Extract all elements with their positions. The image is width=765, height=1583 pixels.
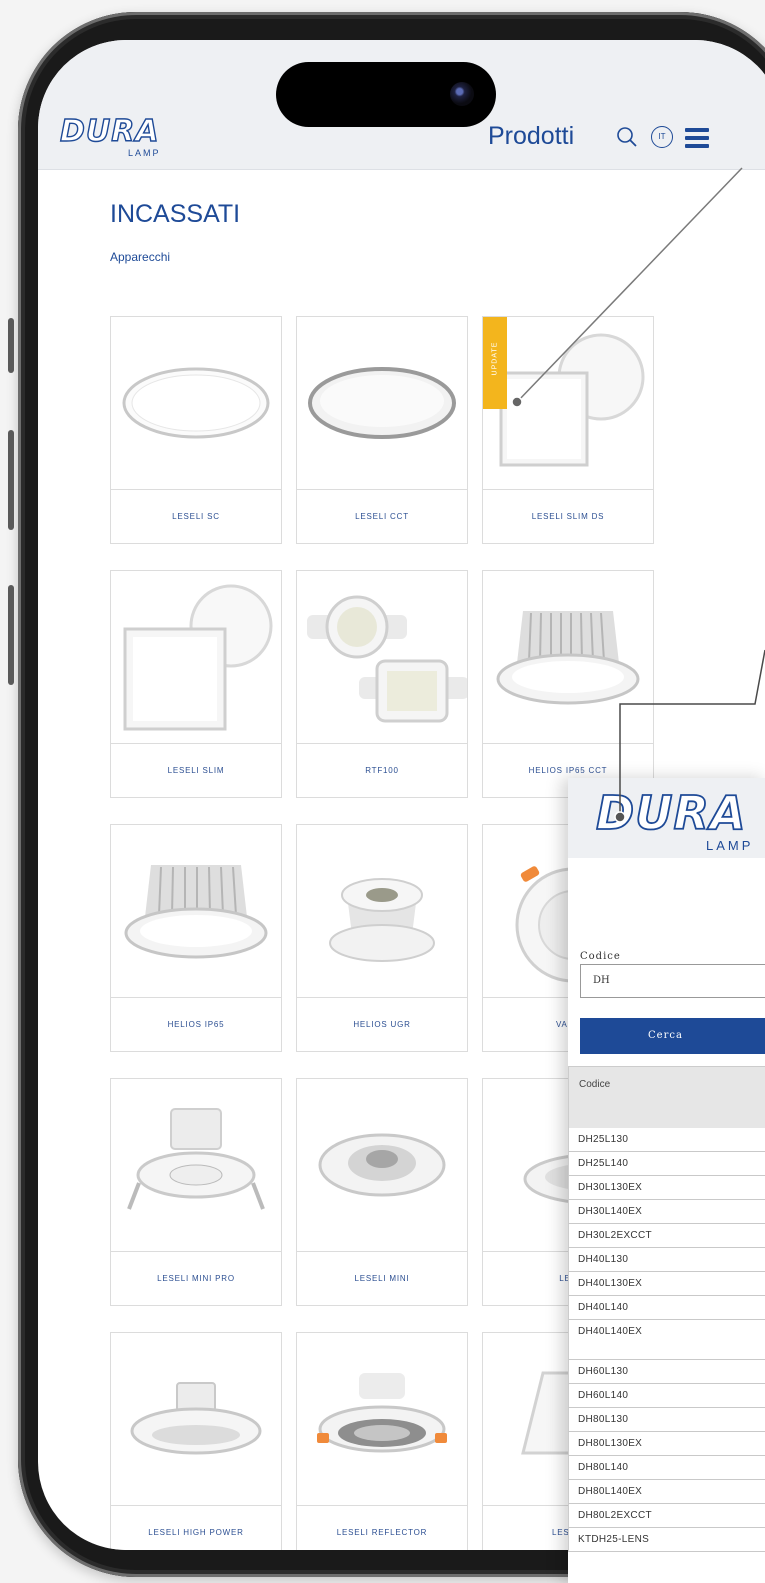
nav-products-link[interactable]: Prodotti (488, 122, 574, 151)
product-label: LESELI SLIM DS (483, 489, 653, 543)
product-search-panel: DURA LAMP Codice DH Cerca Codice DH25L13… (568, 778, 765, 1583)
results-table: DH25L130 DH25L140 DH30L130EX DH30L140EX … (568, 1128, 765, 1552)
product-image (111, 1333, 281, 1505)
dura-lamp-logo[interactable]: DURA LAMP (59, 113, 160, 158)
table-row[interactable]: DH25L140 (568, 1152, 765, 1176)
results-table-header: Codice (568, 1066, 765, 1128)
table-row[interactable]: DH40L140EX (568, 1320, 765, 1360)
page-title: INCASSATI (110, 200, 241, 228)
product-image (483, 317, 653, 489)
phone-side-button (8, 430, 14, 530)
product-label: LESELI SLIM (111, 743, 281, 797)
product-image (111, 317, 281, 489)
logo-subtitle: LAMP (128, 148, 161, 158)
product-image (111, 571, 281, 743)
product-card[interactable]: LESELI SLIM (110, 570, 282, 798)
column-header-code[interactable]: Codice (579, 1079, 610, 1090)
product-card[interactable]: HELIOS IP65 (110, 824, 282, 1052)
product-label: LESELI CCT (297, 489, 467, 543)
logo-wordmark: DURA (595, 785, 747, 841)
table-row[interactable]: DH30L140EX (568, 1200, 765, 1224)
product-card[interactable]: LESELI HIGH POWER (110, 1332, 282, 1550)
product-label: LESELI MINI PRO (111, 1251, 281, 1305)
product-card[interactable]: HELIOS IP65 CCT (482, 570, 654, 798)
product-card[interactable]: LESELI SC (110, 316, 282, 544)
dynamic-island (276, 62, 496, 127)
search-button[interactable]: Cerca (580, 1018, 765, 1054)
phone-side-button (8, 585, 14, 685)
product-card[interactable]: UPDATE LESELI SLIM DS (482, 316, 654, 544)
logo-wordmark: DURA (59, 113, 160, 149)
product-image (297, 317, 467, 489)
table-row[interactable]: DH80L140EX (568, 1480, 765, 1504)
product-label: LESELI SC (111, 489, 281, 543)
product-image (111, 825, 281, 997)
table-row[interactable]: KTDH25-LENS (568, 1528, 765, 1552)
product-card[interactable]: LESELI MINI (296, 1078, 468, 1306)
product-image (297, 571, 469, 743)
table-row[interactable]: DH30L130EX (568, 1176, 765, 1200)
product-image (111, 1079, 281, 1251)
product-image (483, 571, 653, 743)
hamburger-menu-icon[interactable] (685, 128, 709, 148)
product-image (297, 1333, 467, 1505)
table-row[interactable]: DH60L130 (568, 1360, 765, 1384)
product-label: HELIOS IP65 (111, 997, 281, 1051)
update-badge: UPDATE (483, 317, 507, 409)
product-card[interactable]: HELIOS UGR (296, 824, 468, 1052)
table-row[interactable]: DH80L140 (568, 1456, 765, 1480)
product-label: LESELI MINI (297, 1251, 467, 1305)
table-row[interactable]: DH40L130 (568, 1248, 765, 1272)
table-row[interactable]: DH80L130EX (568, 1432, 765, 1456)
table-row[interactable]: DH25L130 (568, 1128, 765, 1152)
code-field-label: Codice (580, 951, 621, 962)
product-card[interactable]: RTF100 (296, 570, 469, 798)
product-card[interactable]: LESELI CCT (296, 316, 468, 544)
product-card[interactable]: LESELI REFLECTOR (296, 1332, 468, 1550)
logo-subtitle: LAMP (706, 838, 754, 853)
language-icon[interactable]: IT (651, 126, 673, 148)
update-badge-text: UPDATE (491, 341, 499, 376)
camera-icon (450, 82, 474, 106)
product-label: RTF100 (297, 743, 467, 797)
product-label: HELIOS UGR (297, 997, 467, 1051)
product-label: LESELI REFLECTOR (297, 1505, 467, 1550)
table-row[interactable]: DH60L140 (568, 1384, 765, 1408)
table-row[interactable]: DH40L140 (568, 1296, 765, 1320)
panel-header: DURA LAMP (568, 778, 765, 858)
table-row[interactable]: DH30L2EXCCT (568, 1224, 765, 1248)
dura-lamp-logo[interactable]: DURA LAMP (595, 785, 750, 853)
table-row[interactable]: DH80L130 (568, 1408, 765, 1432)
code-input[interactable]: DH (580, 964, 765, 998)
product-image (297, 825, 467, 997)
table-row[interactable]: DH40L130EX (568, 1272, 765, 1296)
search-icon[interactable] (616, 126, 638, 148)
phone-side-button (8, 318, 14, 373)
table-row[interactable]: DH80L2EXCCT (568, 1504, 765, 1528)
product-image (297, 1079, 467, 1251)
product-card[interactable]: LESELI MINI PRO (110, 1078, 282, 1306)
product-label: LESELI HIGH POWER (111, 1505, 281, 1550)
breadcrumb[interactable]: Apparecchi (110, 250, 170, 264)
